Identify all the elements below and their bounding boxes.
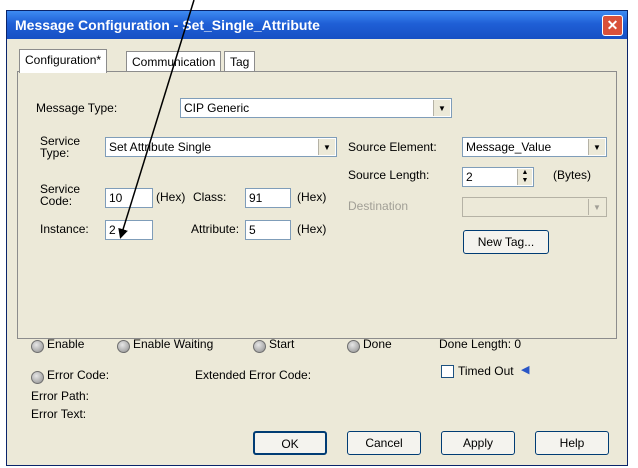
spin-arrows-icon[interactable]: ▲ ▼	[517, 169, 532, 185]
bytes-label: (Bytes)	[553, 168, 592, 182]
extended-error-code-label: Extended Error Code:	[195, 368, 312, 382]
error-path-label: Error Path:	[31, 389, 90, 403]
source-element-value: Message_Value	[466, 140, 552, 154]
class-label: Class:	[193, 190, 227, 204]
apply-button[interactable]: Apply	[441, 431, 515, 455]
tab-configuration[interactable]: Configuration*	[19, 49, 108, 73]
chevron-down-icon: ▼	[318, 139, 335, 155]
source-element-select[interactable]: Message_Value ▼	[462, 137, 607, 157]
start-label: Start	[269, 337, 295, 351]
attribute-input[interactable]: 5	[245, 220, 291, 240]
instance-label: Instance:	[40, 222, 89, 236]
error-text-label: Error Text:	[31, 407, 87, 421]
service-code-label: Service Code:	[40, 182, 81, 208]
destination-label: Destination	[348, 199, 409, 213]
service-code-hex-label: (Hex)	[156, 190, 186, 204]
cancel-button[interactable]: Cancel	[347, 431, 421, 455]
service-type-label: Service Type:	[40, 134, 81, 160]
enable-label: Enable	[47, 337, 85, 351]
class-input[interactable]: 91	[245, 188, 291, 208]
enable-waiting-label: Enable Waiting	[133, 337, 214, 351]
message-type-label: Message Type:	[36, 101, 118, 115]
tab-tag[interactable]: Tag	[224, 51, 256, 71]
source-length-value: 2	[466, 170, 473, 184]
tab-communication[interactable]: Communication	[126, 51, 222, 71]
tab-communication-label: Communication	[132, 55, 216, 69]
error-code-indicator-icon	[31, 371, 44, 384]
arrow-left-icon: ◀	[521, 364, 530, 376]
message-type-select[interactable]: CIP Generic ▼	[180, 98, 452, 118]
tab-tag-label: Tag	[230, 55, 250, 69]
done-indicator-icon	[347, 340, 360, 353]
done-label: Done	[363, 337, 392, 351]
message-configuration-dialog: Message Configuration - Set_Single_Attri…	[6, 10, 628, 466]
window-title: Message Configuration - Set_Single_Attri…	[15, 17, 320, 33]
service-type-select[interactable]: Set Attribute Single ▼	[105, 137, 337, 157]
tab-configuration-label: Configuration*	[25, 53, 102, 67]
attribute-label: Attribute:	[191, 222, 240, 236]
timed-out-checkbox[interactable]	[441, 365, 454, 378]
timed-out-label: Timed Out	[458, 364, 514, 378]
help-button[interactable]: Help	[535, 431, 609, 455]
enable-waiting-indicator-icon	[117, 340, 130, 353]
source-length-stepper[interactable]: 2 ▲ ▼	[462, 167, 534, 187]
configuration-panel: Message Type: CIP Generic ▼ Service Type…	[17, 71, 617, 339]
instance-input[interactable]: 2	[105, 220, 153, 240]
title-bar: Message Configuration - Set_Single_Attri…	[7, 11, 627, 39]
enable-indicator-icon	[31, 340, 44, 353]
done-length-label: Done Length: 0	[439, 337, 522, 351]
chevron-down-icon: ▼	[588, 139, 605, 155]
chevron-down-icon: ▼	[433, 100, 450, 116]
attribute-hex-label: (Hex)	[297, 222, 327, 236]
source-length-label: Source Length:	[348, 168, 430, 182]
start-indicator-icon	[253, 340, 266, 353]
class-hex-label: (Hex)	[297, 190, 327, 204]
service-type-value: Set Attribute Single	[109, 140, 212, 154]
destination-select: ▼	[462, 197, 607, 217]
chevron-down-icon: ▼	[588, 199, 605, 215]
ok-button[interactable]: OK	[253, 431, 327, 455]
close-icon[interactable]: ✕	[602, 15, 623, 36]
source-element-label: Source Element:	[348, 140, 437, 154]
new-tag-button[interactable]: New Tag...	[463, 230, 549, 254]
message-type-value: CIP Generic	[184, 101, 250, 115]
error-code-label: Error Code:	[47, 368, 110, 382]
service-code-input[interactable]: 10	[105, 188, 153, 208]
